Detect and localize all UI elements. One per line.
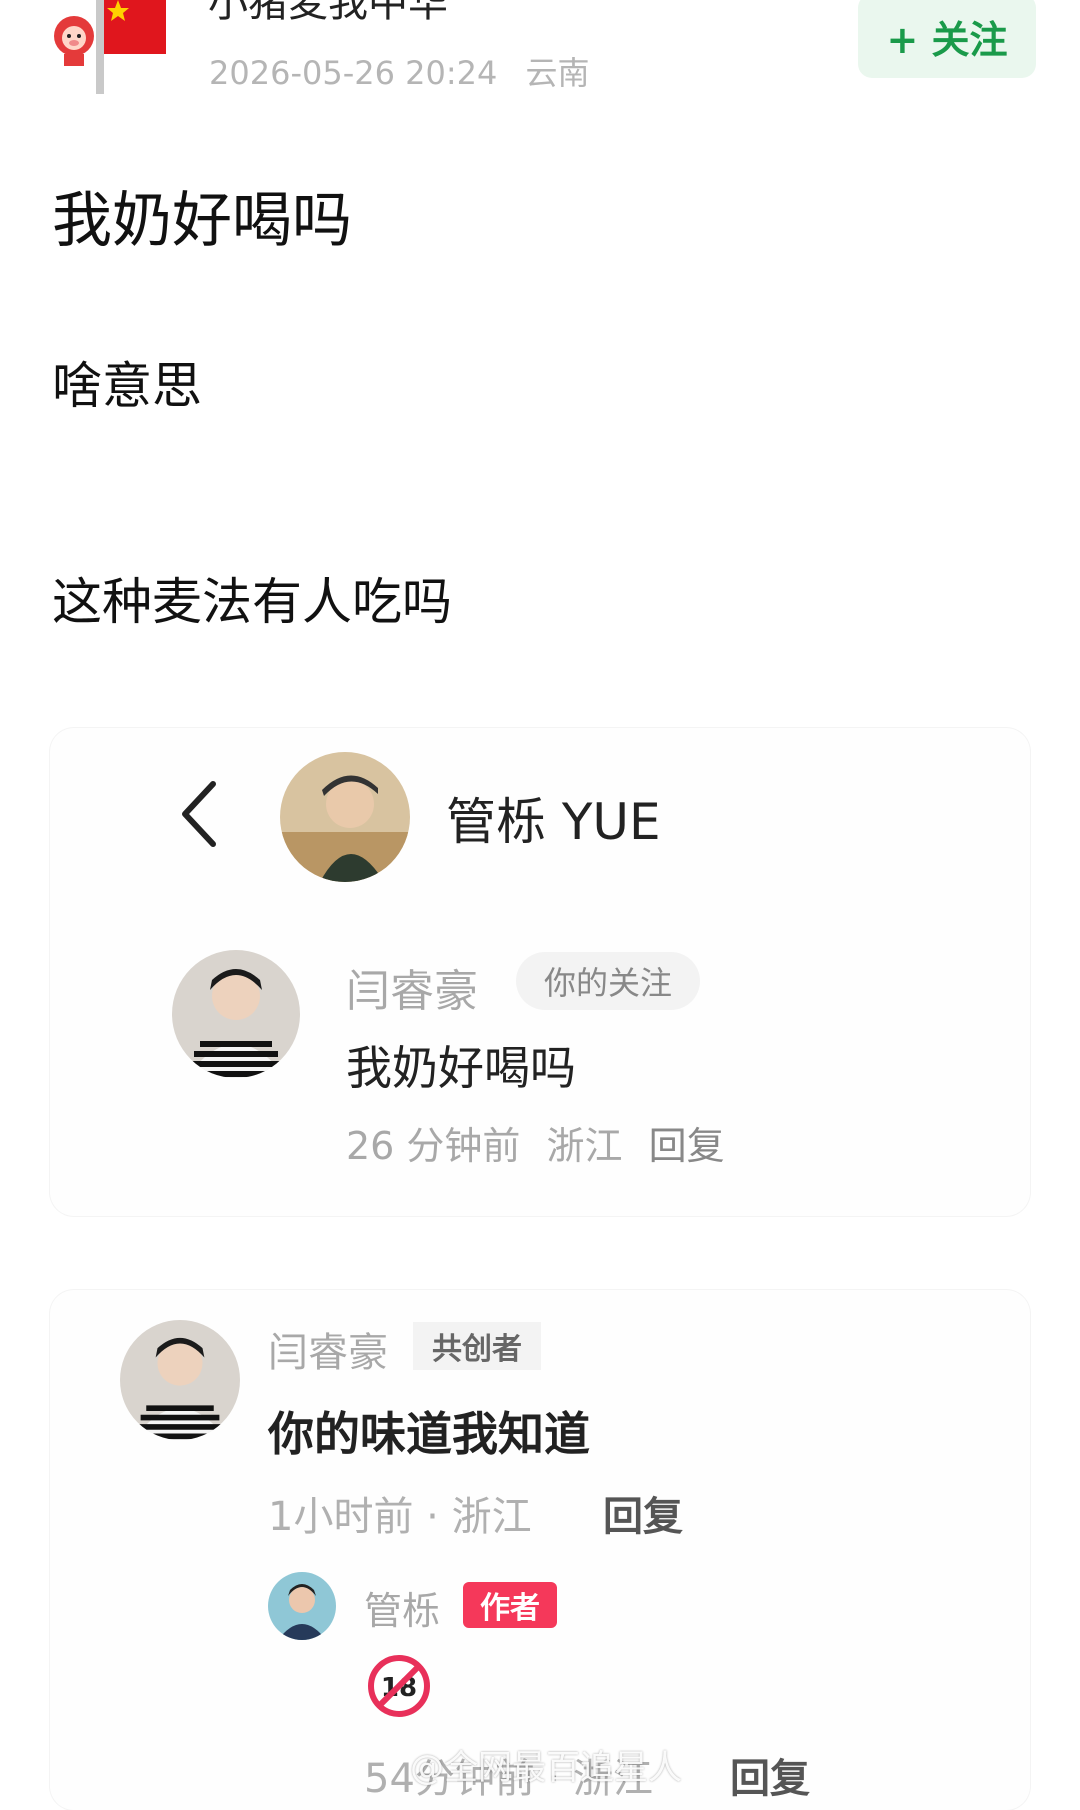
post-text-line-2: 这种麦法有人吃吗 <box>52 573 452 631</box>
commenter-avatar[interactable] <box>120 1320 240 1440</box>
post-text-line-1: 啥意思 <box>52 357 202 415</box>
reply-button[interactable]: 回复 <box>649 1124 725 1168</box>
person-photo-icon <box>120 1320 240 1440</box>
author-badge: 作者 <box>463 1582 557 1628</box>
author-avatar[interactable] <box>268 1572 336 1640</box>
post-author-name[interactable]: 小猪麦我中华 <box>208 0 448 28</box>
watermark: @全网最百追星人 <box>410 1748 682 1788</box>
follow-button[interactable]: + 关注 <box>858 0 1036 78</box>
post-location: 云南 <box>525 54 590 92</box>
comment-meta: 1小时前 · 浙江 <box>268 1494 532 1540</box>
commenter-name[interactable]: 闫睿豪 <box>268 1320 388 1378</box>
comment-meta: 26 分钟前 浙江 回复 <box>346 1115 739 1170</box>
post-meta: 2026-05-26 20:24 云南 <box>209 48 590 94</box>
comment-text: 你的味道我知道 <box>268 1407 590 1461</box>
reply-button[interactable]: 回复 <box>603 1484 683 1542</box>
following-badge: 你的关注 <box>516 952 700 1010</box>
comment-time: 26 分钟前 <box>346 1124 521 1168</box>
post-title: 我奶好喝吗 <box>52 186 352 256</box>
reply-button[interactable]: 回复 <box>730 1746 810 1804</box>
co-creator-badge: 共创者 <box>413 1322 541 1370</box>
person-photo-icon <box>172 950 300 1078</box>
back-arrow-icon[interactable] <box>175 778 225 850</box>
comment-text: 我奶好喝吗 <box>346 1041 576 1095</box>
commenter-avatar[interactable] <box>172 950 300 1078</box>
chat-partner-name[interactable]: 管栎 YUE <box>446 782 661 854</box>
comment-location: 浙江 <box>546 1124 623 1168</box>
no-under-18-sticker-icon: 18 <box>368 1655 430 1717</box>
commenter-name[interactable]: 闫睿豪 <box>346 955 478 1019</box>
flag-pig-avatar-icon <box>54 0 166 94</box>
person-photo-icon <box>280 752 410 882</box>
person-photo-icon <box>268 1572 336 1640</box>
user-avatar[interactable] <box>52 0 180 100</box>
post-timestamp: 2026-05-26 20:24 <box>209 54 498 92</box>
author-name[interactable]: 管栎 <box>364 1580 440 1635</box>
chat-partner-avatar[interactable] <box>280 752 410 882</box>
